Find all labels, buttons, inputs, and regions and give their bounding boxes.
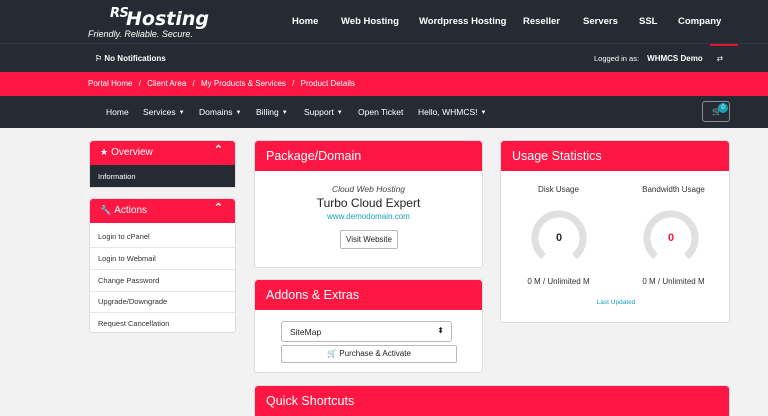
purchase-activate-label: Purchase & Activate: [339, 349, 411, 358]
breadcrumb-portal-home[interactable]: Portal Home: [88, 79, 132, 88]
overview-panel-header[interactable]: ★ Overview ⌃: [90, 141, 235, 165]
bandwidth-usage-value: 0: [667, 232, 675, 244]
addon-select-value: SiteMap: [290, 327, 322, 337]
divider: [90, 291, 235, 292]
nav-billing-label: Billing: [256, 107, 279, 117]
logged-in-label: Logged in as:: [594, 54, 640, 63]
addons-title: Addons & Extras: [266, 288, 360, 302]
sidebar-item-login-webmail[interactable]: Login to Webmail: [98, 254, 156, 263]
actions-panel-header[interactable]: 🔧 Actions ⌃: [90, 199, 235, 223]
topnav-reseller[interactable]: Reseller: [523, 16, 560, 27]
bandwidth-usage-detail: 0 M / Unlimited M: [642, 277, 705, 286]
breadcrumb-products[interactable]: My Products & Services: [201, 79, 286, 88]
sidebar-item-request-cancellation[interactable]: Request Cancellation: [98, 319, 169, 328]
accent-line: [710, 44, 738, 46]
sidebar-item-login-cpanel[interactable]: Login to cPanel: [98, 232, 150, 241]
notification-bar: ⚐ No Notifications Logged in as: WHMCS D…: [0, 43, 768, 72]
nav-domains[interactable]: Domains ▼: [199, 107, 242, 117]
select-arrows-icon: ⬍: [437, 326, 444, 335]
wrench-icon: 🔧: [100, 205, 112, 215]
last-updated-text: Last Updated: [596, 299, 636, 306]
cart-count-badge: 0: [718, 103, 728, 113]
product-name: Turbo Cloud Expert: [316, 196, 421, 210]
chevron-up-icon[interactable]: ⌃: [214, 143, 223, 156]
package-panel: Package/Domain Cloud Web Hosting Turbo C…: [254, 140, 483, 268]
quick-shortcuts-title: Quick Shortcuts: [266, 394, 355, 408]
package-panel-header: Package/Domain: [255, 141, 482, 171]
product-group: Cloud Web Hosting: [331, 184, 406, 194]
divider: [90, 247, 235, 248]
overview-title: Overview: [111, 147, 153, 158]
disk-usage-detail: 0 M / Unlimited M: [527, 277, 590, 286]
nav-home-label: Home: [106, 107, 129, 117]
usage-panel-header: Usage Statistics: [501, 141, 729, 171]
purchase-activate-button[interactable]: 🛒 Purchase & Activate: [281, 345, 457, 363]
divider: [90, 269, 235, 270]
topnav-servers[interactable]: Servers: [583, 16, 618, 27]
nav-domains-label: Domains: [199, 107, 233, 117]
addons-panel-header: Addons & Extras: [255, 280, 482, 310]
nav-services-label: Services: [143, 107, 176, 117]
breadcrumb-product-details: Product Details: [300, 79, 355, 88]
breadcrumb-separator: /: [292, 79, 295, 88]
nav-open-ticket-label: Open Ticket: [358, 107, 404, 117]
quick-shortcuts-panel: Quick Shortcuts: [254, 385, 730, 416]
cart-icon: 🛒: [327, 349, 338, 358]
usage-panel: Usage Statistics Disk Usage Bandwidth Us…: [500, 140, 730, 323]
logged-in-info: Logged in as: WHMCS Demo ⇄: [594, 54, 723, 63]
caret-down-icon: ▼: [480, 110, 487, 116]
sidebar-item-information[interactable]: Information: [90, 165, 235, 187]
topnav-ssl[interactable]: SSL: [639, 16, 657, 27]
addons-panel: Addons & Extras SiteMap ⬍ 🛒 Purchase & A…: [254, 279, 483, 373]
breadcrumb-separator: /: [138, 79, 141, 88]
nav-support-label: Support: [304, 107, 334, 117]
top-header: RS Hosting Friendly. Reliable. Secure. H…: [0, 0, 768, 43]
breadcrumb-separator: /: [192, 79, 195, 88]
chevron-up-icon[interactable]: ⌃: [214, 201, 223, 214]
addon-select[interactable]: SiteMap ⬍: [281, 321, 452, 342]
breadcrumb: Portal Home / Client Area / My Products …: [88, 79, 355, 88]
nav-billing[interactable]: Billing ▼: [256, 107, 288, 117]
breadcrumb-bar: Portal Home / Client Area / My Products …: [0, 72, 768, 96]
bandwidth-usage-label: Bandwidth Usage: [642, 185, 705, 194]
disk-usage-value: 0: [555, 232, 563, 244]
topnav-home[interactable]: Home: [292, 16, 318, 27]
star-icon: ★: [100, 147, 109, 157]
actions-panel: 🔧 Actions ⌃ Login to cPanel Login to Webm…: [89, 198, 236, 333]
sidebar-item-upgrade-downgrade[interactable]: Upgrade/Downgrade: [98, 297, 167, 306]
nav-support[interactable]: Support ▼: [304, 107, 343, 117]
caret-down-icon: ▼: [235, 110, 242, 116]
return-to-admin-icon[interactable]: ⇄: [717, 54, 723, 63]
nav-open-ticket[interactable]: Open Ticket: [358, 107, 403, 117]
top-navigation: Home Web Hosting Wordpress Hosting Resel…: [0, 16, 768, 30]
domain-link[interactable]: www.demodomain.com: [255, 212, 482, 221]
nav-account[interactable]: Hello, WHMCS! ▼: [418, 107, 486, 117]
flag-icon: ⚐: [95, 54, 103, 63]
usage-title: Usage Statistics: [512, 149, 602, 163]
caret-down-icon: ▼: [178, 110, 185, 116]
breadcrumb-client-area[interactable]: Client Area: [147, 79, 186, 88]
cart-button[interactable]: 🛒 0: [702, 101, 730, 122]
main-navigation: Home Services ▼ Domains ▼ Billing ▼ Support…: [0, 96, 768, 128]
nav-services[interactable]: Services ▼: [143, 107, 185, 117]
logo-tagline: Friendly. Reliable. Secure.: [88, 29, 193, 39]
quick-shortcuts-header: Quick Shortcuts: [255, 386, 729, 416]
package-title: Package/Domain: [266, 149, 362, 163]
caret-down-icon: ▼: [281, 110, 288, 116]
nav-account-label: Hello, WHMCS!: [418, 107, 478, 117]
nav-home[interactable]: Home: [106, 107, 129, 117]
topnav-web-hosting[interactable]: Web Hosting: [341, 16, 399, 27]
visit-website-button[interactable]: Visit Website: [340, 230, 398, 249]
divider: [90, 312, 235, 313]
overview-panel: ★ Overview ⌃ Information: [89, 140, 236, 188]
caret-down-icon: ▼: [336, 110, 343, 116]
disk-usage-label: Disk Usage: [538, 185, 579, 194]
topnav-company[interactable]: Company: [678, 16, 721, 27]
notifications-button[interactable]: ⚐ No Notifications: [95, 54, 166, 63]
actions-title: Actions: [114, 205, 148, 216]
user-name-link[interactable]: WHMCS Demo: [647, 54, 703, 63]
topnav-wordpress-hosting[interactable]: Wordpress Hosting: [419, 16, 506, 27]
sidebar-item-change-password[interactable]: Change Password: [98, 276, 159, 285]
notifications-label: No Notifications: [104, 54, 166, 63]
